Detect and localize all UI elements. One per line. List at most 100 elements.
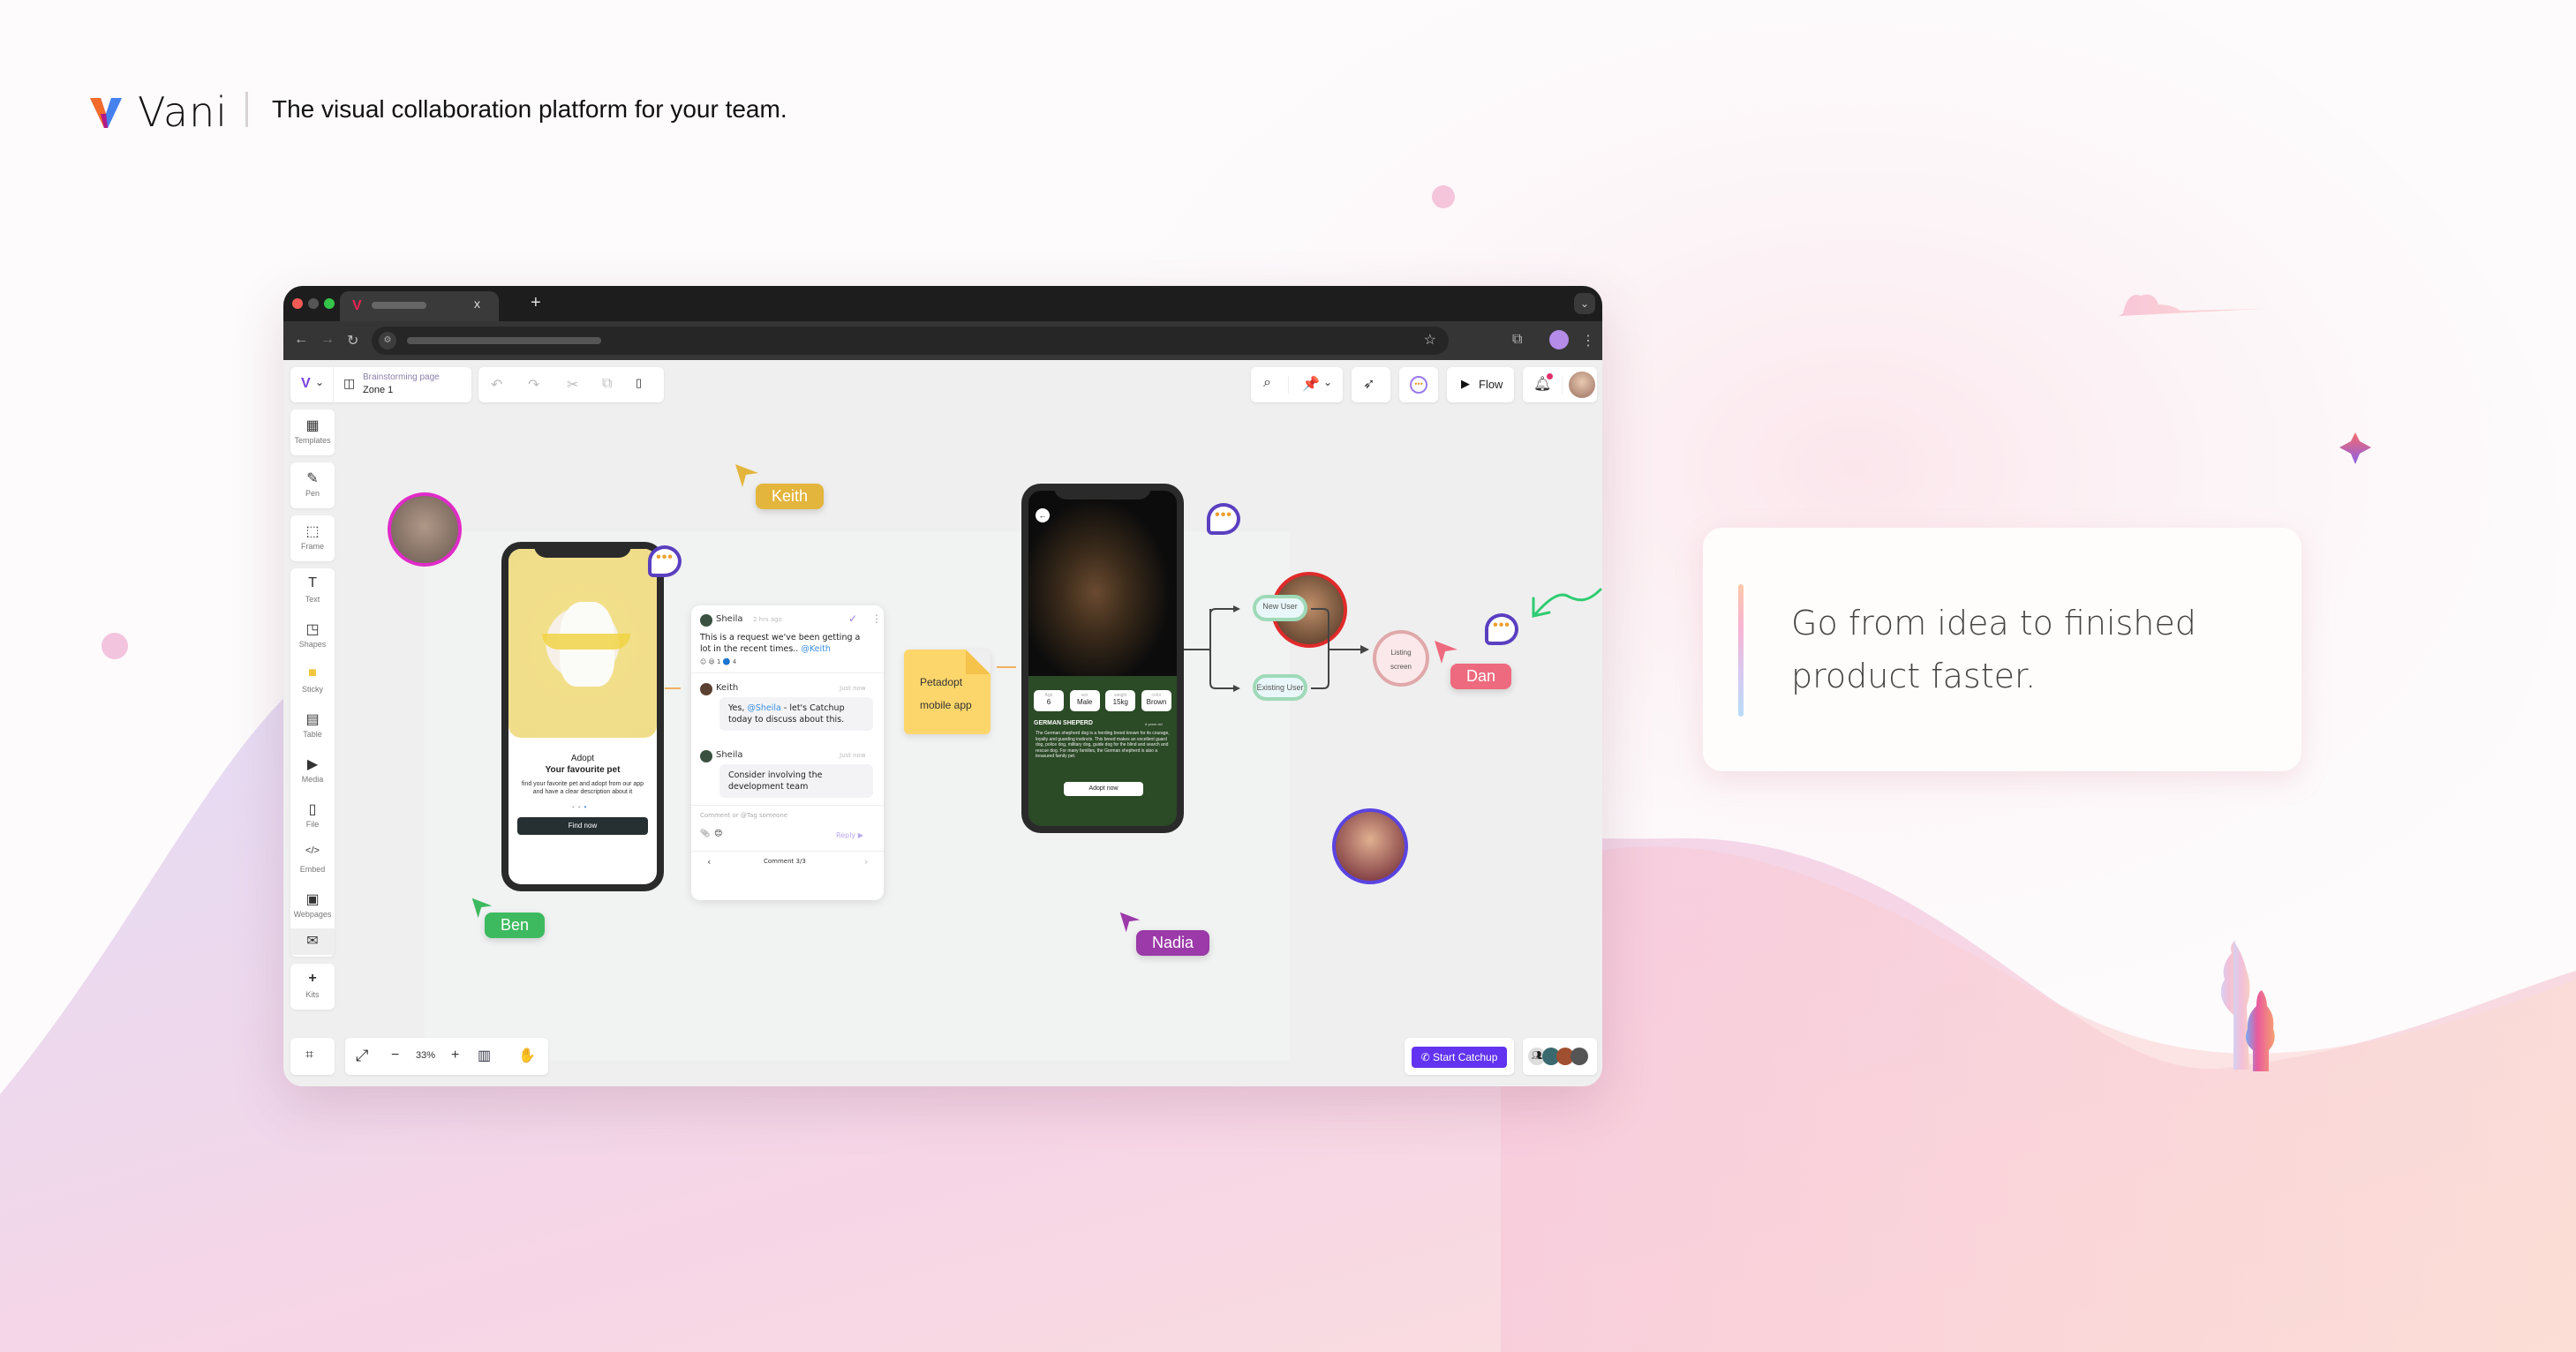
flow-node-existing-user[interactable]: Existing User [1253, 674, 1307, 701]
reply-button[interactable]: Reply ▶ [836, 831, 863, 839]
comment-author: Sheila [716, 614, 743, 624]
sidebar-label: Text [305, 595, 320, 604]
paste-icon[interactable]: ▯ [636, 376, 642, 390]
copy-icon[interactable]: ⧉ [602, 376, 612, 392]
browser-menu-icon[interactable]: ⋮ [1581, 332, 1595, 349]
zone-label[interactable]: Zone 1 [363, 385, 393, 395]
sidebar-item-file[interactable]: ▯ File [290, 793, 335, 838]
new-tab-button[interactable]: + [531, 293, 541, 313]
window-maximize-dot[interactable] [324, 298, 335, 309]
cursor-label-dan: Dan [1450, 664, 1512, 689]
comment-time: Just now [840, 752, 866, 759]
flow-button[interactable]: ▶ Flow [1447, 367, 1514, 402]
sidebar-item-sticky[interactable]: ■ Sticky [290, 658, 335, 703]
address-bar[interactable]: ⚙ ☆ [372, 327, 1449, 355]
sidebar-item-frame[interactable]: ⬚ Frame [290, 515, 335, 560]
emoji-icon[interactable]: 😊 [714, 830, 722, 838]
find-now-button[interactable]: Find now [517, 817, 648, 835]
hand-tool-icon[interactable]: ✋ [518, 1047, 536, 1064]
undo-icon[interactable]: ↶ [491, 376, 502, 394]
start-catchup-button[interactable]: ✆ Start Catchup [1412, 1047, 1507, 1068]
breed-description: The German shepherd dog is a herding bre… [1036, 731, 1170, 759]
phone-mockup-adopt[interactable]: Adopt Your favourite pet find your favor… [501, 542, 664, 891]
divider [1288, 376, 1289, 394]
sidebar-item-templates[interactable]: ▦ Templates [290, 409, 335, 454]
resolve-check-icon[interactable]: ✓ [848, 612, 857, 625]
window-close-dot[interactable] [292, 298, 303, 309]
pin-icon[interactable]: 📌 [1302, 375, 1320, 393]
brand-logo[interactable]: Vani [88, 88, 228, 136]
panel-toggle-icon[interactable]: ◫ [343, 376, 355, 391]
sidebar-item-kits[interactable]: + Kits [290, 964, 335, 1009]
browser-tab[interactable]: V x [340, 291, 499, 321]
pen-icon: ✎ [306, 471, 319, 486]
chevron-down-icon[interactable]: ⌄ [1323, 376, 1332, 388]
mention[interactable]: @Keith [801, 644, 831, 654]
redo-icon[interactable]: ↷ [528, 376, 539, 394]
phone-notch [534, 542, 631, 558]
reaction[interactable]: 🔵 4 [723, 658, 736, 665]
bookmark-star-icon[interactable]: ☆ [1424, 331, 1436, 349]
minimap-icon[interactable]: ▥ [478, 1047, 491, 1064]
divider [691, 851, 884, 852]
reaction[interactable]: 😃 1 [709, 658, 721, 665]
collaborator-avatar-video[interactable] [388, 492, 462, 567]
cursor-follow-button[interactable]: ➶ [1352, 367, 1390, 402]
back-icon[interactable]: ← [294, 332, 308, 348]
prev-comment-button[interactable]: ‹ [707, 856, 711, 868]
zoom-out-button[interactable]: − [391, 1048, 399, 1063]
sticky-note[interactable]: Petadopt mobile app [904, 650, 990, 734]
sidebar-item-pen[interactable]: ✎ Pen [290, 462, 335, 507]
zoom-level[interactable]: 33% [416, 1050, 435, 1061]
sidebar-item-more[interactable]: ✉ [290, 928, 335, 955]
comments-button[interactable]: ••• [1399, 367, 1438, 402]
sidebar-item-webpages[interactable]: ▣ Webpages [290, 883, 335, 928]
flow-node-new-user[interactable]: New User [1253, 595, 1307, 621]
flow-node-listing-screen[interactable]: Listing screen [1373, 630, 1429, 687]
media-icon: ▶ [306, 757, 319, 772]
next-comment-button[interactable]: › [864, 856, 868, 868]
site-settings-icon[interactable]: ⚙ [379, 332, 396, 349]
sidebar-item-text[interactable]: T Text [290, 568, 335, 613]
more-options-icon[interactable]: ⋮ [871, 612, 882, 625]
sidebar-item-media[interactable]: ▶ Media [290, 748, 335, 793]
mention[interactable]: @Sheila [747, 703, 781, 713]
comment-bubble-icon[interactable]: ••• [1485, 613, 1518, 645]
adopt-now-button[interactable]: Adopt now [1064, 782, 1143, 796]
back-arrow-icon[interactable]: ← [1036, 508, 1050, 522]
collaborator-avatar-video[interactable] [1332, 808, 1408, 884]
sidebar-item-embed[interactable]: </> Embed [290, 838, 335, 883]
user-avatar[interactable] [1569, 372, 1595, 398]
attachment-icon[interactable]: 📎︎ [700, 830, 710, 838]
cut-icon[interactable]: ✂ [567, 376, 578, 394]
text-icon: T [308, 575, 317, 590]
cursor-label-ben: Ben [485, 913, 546, 938]
extensions-icon[interactable]: ⧉ [1512, 332, 1522, 348]
tab-close-icon[interactable]: x [474, 297, 480, 311]
comment-input[interactable]: Comment or @Tag someone [700, 812, 787, 819]
shapes-icon: ◳ [305, 622, 320, 637]
phone-mockup-dog[interactable]: ← Age 6 sex Male weight 15kg color Brown GER… [1021, 484, 1184, 833]
chevron-down-icon[interactable]: ⌄ [315, 376, 324, 388]
forward-icon[interactable]: → [320, 332, 335, 348]
sidebar-item-shapes[interactable]: ◳ Shapes [290, 613, 335, 658]
mail-icon: ✉ [306, 934, 319, 949]
author-avatar [700, 683, 712, 695]
search-icon[interactable]: ⌕ [1263, 375, 1271, 391]
comment-author: Sheila [716, 750, 743, 760]
stat-value: 15kg [1112, 698, 1128, 706]
zoom-in-button[interactable]: + [451, 1048, 459, 1063]
fit-screen-button[interactable]: ⌗ [290, 1038, 335, 1075]
tab-search-dropdown[interactable]: ⌄ [1574, 293, 1595, 314]
expand-icon[interactable]: ⤢ [356, 1047, 368, 1065]
profile-avatar[interactable] [1549, 330, 1569, 349]
board-title[interactable]: Brainstorming page [363, 372, 440, 382]
divider [1562, 376, 1563, 394]
app-menu-logo-icon[interactable]: V [301, 376, 311, 392]
participants-pill[interactable]: 👥︎ [1523, 1038, 1597, 1075]
reload-icon[interactable]: ↻ [347, 332, 358, 349]
comment-bubble-icon[interactable]: ••• [1207, 503, 1240, 535]
comment-bubble-icon[interactable]: ••• [648, 545, 682, 577]
window-minimize-dot[interactable] [308, 298, 319, 309]
sidebar-item-table[interactable]: ▤ Table [290, 703, 335, 748]
